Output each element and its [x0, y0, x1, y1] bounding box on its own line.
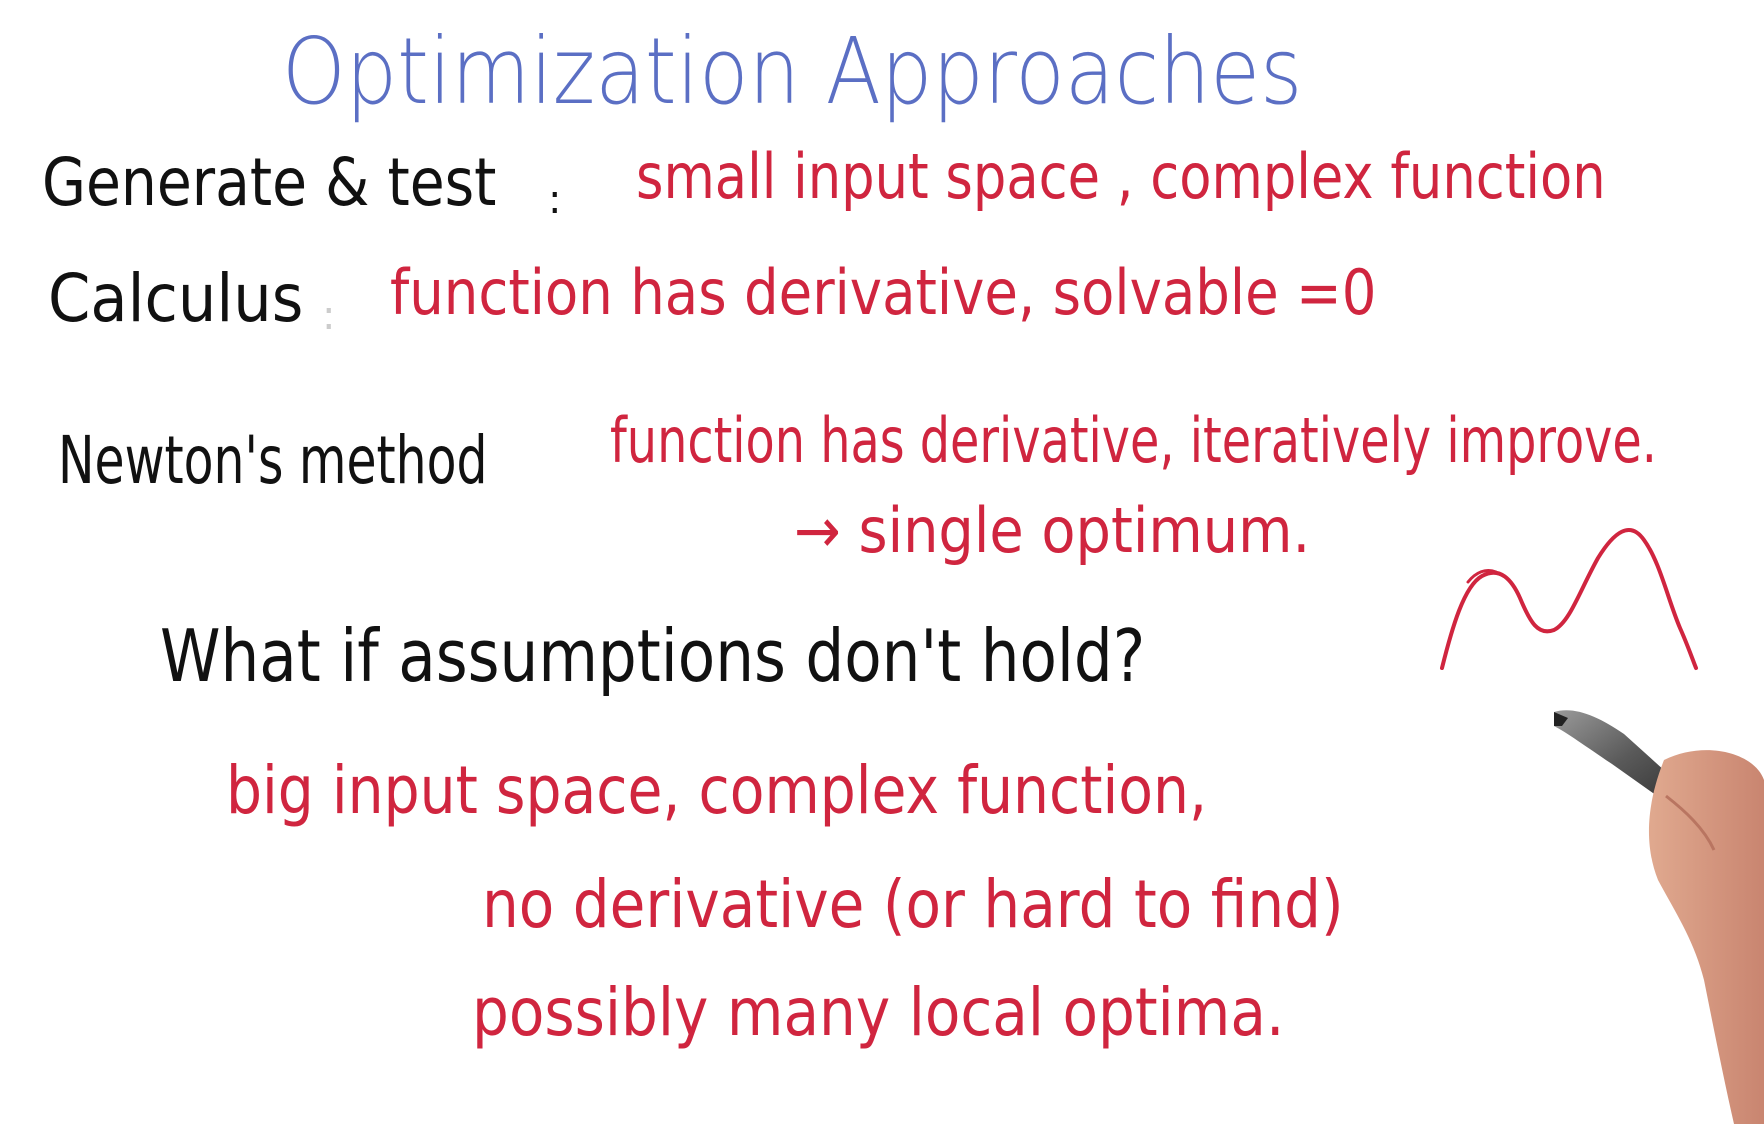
- condition-line-3: possibly many local optima.: [472, 974, 1285, 1051]
- approach-name-calculus: Calculus: [48, 260, 304, 337]
- approach-description-generate-test: small input space , complex function: [636, 140, 1606, 213]
- newton-note: → single optimum.: [794, 494, 1311, 567]
- condition-line-2: no derivative (or hard to find): [482, 866, 1344, 943]
- two-peak-curve-icon: [1440, 528, 1698, 670]
- approach-separator-calculus: :: [322, 293, 336, 339]
- page-title: Optimization Approaches: [282, 18, 1303, 125]
- approach-description-newton: function has derivative, iteratively imp…: [610, 404, 1657, 477]
- approach-separator-generate-test: :: [548, 177, 562, 223]
- approach-name-newton: Newton's method: [58, 422, 488, 499]
- hand-with-marker-icon: [1554, 710, 1764, 1124]
- approach-name-generate-test: Generate & test: [42, 144, 497, 221]
- question-text: What if assumptions don't hold?: [160, 614, 1146, 698]
- approach-description-calculus: function has derivative, solvable =0: [390, 256, 1377, 329]
- whiteboard-canvas: Optimization Approaches Generate & test …: [0, 0, 1764, 1124]
- condition-line-1: big input space, complex function,: [226, 752, 1208, 829]
